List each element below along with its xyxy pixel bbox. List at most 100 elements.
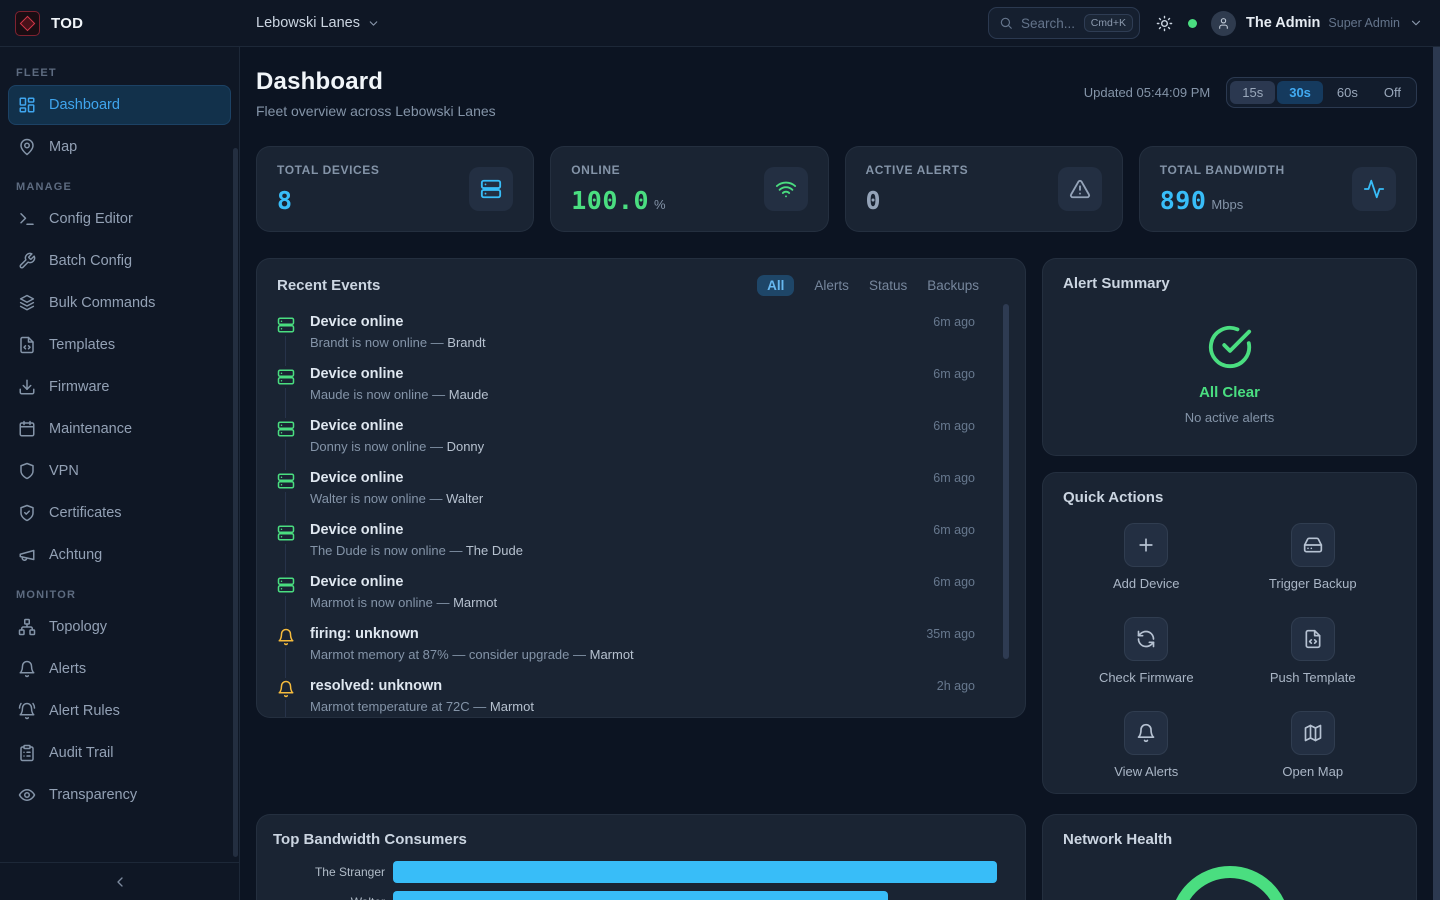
event-time: 6m ago <box>933 419 975 433</box>
bell-icon <box>1136 723 1156 743</box>
event-type-icon-wrap <box>277 470 295 492</box>
events-tab-alerts[interactable]: Alerts <box>814 275 849 296</box>
avatar[interactable] <box>1211 11 1236 36</box>
event-top: Device online6m ago <box>310 574 1005 590</box>
search-icon <box>999 16 1013 30</box>
sidebar-item-alert-rules[interactable]: Alert Rules <box>8 691 231 731</box>
sidebar-item-maintenance[interactable]: Maintenance <box>8 409 231 449</box>
action-push-template-button[interactable] <box>1291 617 1335 661</box>
event-device: Maude <box>449 387 489 402</box>
sidebar-collapse-button[interactable] <box>0 862 239 900</box>
search-input[interactable]: Search... Cmd+K <box>988 7 1140 39</box>
events-tab-status[interactable]: Status <box>869 275 907 296</box>
interval-off-button[interactable]: Off <box>1372 81 1413 104</box>
action-check-firmware[interactable]: Check Firmware <box>1063 617 1230 685</box>
action-open-map-button[interactable] <box>1291 711 1335 755</box>
action-check-firmware-button[interactable] <box>1124 617 1168 661</box>
event-title: resolved: unknown <box>310 678 442 694</box>
wifi-icon <box>775 178 797 200</box>
stat-cards-row: TOTAL DEVICES8ONLINE100.0%ACTIVE ALERTS0… <box>256 146 1417 232</box>
window-scrollbar[interactable] <box>1433 47 1440 900</box>
sidebar-item-achtung[interactable]: Achtung <box>8 535 231 575</box>
sidebar-item-dashboard[interactable]: Dashboard <box>8 85 231 125</box>
event-time: 6m ago <box>933 367 975 381</box>
action-add-device-button[interactable] <box>1124 523 1168 567</box>
sidebar: FLEETDashboardMapMANAGEConfig EditorBatc… <box>0 47 240 900</box>
stat-label: TOTAL DEVICES <box>277 163 379 177</box>
interval-15s-button[interactable]: 15s <box>1230 81 1275 104</box>
bell-ring-icon <box>18 702 36 720</box>
bell-icon <box>18 660 36 678</box>
network-health-title: Network Health <box>1063 831 1396 848</box>
theme-toggle-sun-icon[interactable] <box>1156 15 1173 32</box>
action-add-device[interactable]: Add Device <box>1063 523 1230 591</box>
sidebar-item-alerts[interactable]: Alerts <box>8 649 231 689</box>
bell-icon <box>277 628 295 646</box>
sidebar-item-label: Firmware <box>49 379 109 395</box>
event-time: 2h ago <box>937 679 975 693</box>
event-title: Device online <box>310 418 403 434</box>
action-trigger-backup[interactable]: Trigger Backup <box>1230 523 1397 591</box>
event-title: firing: unknown <box>310 626 419 642</box>
sidebar-item-map[interactable]: Map <box>8 127 231 167</box>
clipboard-icon <box>18 744 36 762</box>
event-body: Device online6m agoWalter is now online … <box>310 470 1005 506</box>
user-name: The Admin <box>1246 15 1320 31</box>
sidebar-item-audit-trail[interactable]: Audit Trail <box>8 733 231 773</box>
action-push-template[interactable]: Push Template <box>1230 617 1397 685</box>
event-body: Device online6m agoMaude is now online —… <box>310 366 1005 402</box>
org-name: Lebowski Lanes <box>256 15 360 31</box>
event-title: Device online <box>310 522 403 538</box>
event-detail: Donny is now online — Donny <box>310 439 1005 454</box>
sidebar-item-bulk-commands[interactable]: Bulk Commands <box>8 283 231 323</box>
event-type-icon-wrap <box>277 366 295 388</box>
stat-value: 8 <box>277 186 293 215</box>
sidebar-item-label: Dashboard <box>49 97 120 113</box>
events-scrollbar[interactable] <box>1003 304 1009 659</box>
sidebar-item-label: Templates <box>49 337 115 353</box>
event-top: firing: unknown 35m ago <box>310 626 1005 642</box>
sidebar-item-topology[interactable]: Topology <box>8 607 231 647</box>
sidebar-item-templates[interactable]: Templates <box>8 325 231 365</box>
plus-icon <box>1136 535 1156 555</box>
event-filter-tabs: All Alerts Status Backups <box>757 275 979 296</box>
event-device: The Dude <box>466 543 523 558</box>
brand: TOD <box>0 11 240 36</box>
event-body: firing: unknown35m agoMarmot memory at 8… <box>310 626 1005 662</box>
action-trigger-backup-button[interactable] <box>1291 523 1335 567</box>
sidebar-item-vpn[interactable]: VPN <box>8 451 231 491</box>
event-time: 35m ago <box>926 627 975 641</box>
event-device: Marmot <box>490 699 534 714</box>
event-device: Marmot <box>453 595 497 610</box>
app-logo-icon <box>15 11 40 36</box>
action-open-map[interactable]: Open Map <box>1230 711 1397 779</box>
stat-value: 890 <box>1160 186 1207 215</box>
sidebar-item-batch-config[interactable]: Batch Config <box>8 241 231 281</box>
sidebar-item-config-editor[interactable]: Config Editor <box>8 199 231 239</box>
stat-text: ONLINE100.0% <box>571 163 665 215</box>
layers-icon <box>18 294 36 312</box>
events-tab-backups[interactable]: Backups <box>927 275 979 296</box>
events-tab-all[interactable]: All <box>757 275 794 296</box>
shield-icon <box>18 462 36 480</box>
eye-icon <box>18 786 36 804</box>
event-body: Device online6m agoThe Dude is now onlin… <box>310 522 1005 558</box>
refresh-interval-control: 15s30s60sOff <box>1226 77 1417 108</box>
action-view-alerts[interactable]: View Alerts <box>1063 711 1230 779</box>
interval-60s-button[interactable]: 60s <box>1325 81 1370 104</box>
map-icon <box>1303 723 1323 743</box>
sidebar-item-certificates[interactable]: Certificates <box>8 493 231 533</box>
sidebar-item-transparency[interactable]: Transparency <box>8 775 231 815</box>
event-title: Device online <box>310 366 403 382</box>
sidebar-scrollbar[interactable] <box>233 148 238 857</box>
org-selector[interactable]: Lebowski Lanes <box>256 15 380 31</box>
interval-30s-button[interactable]: 30s <box>1277 81 1323 104</box>
topbar: TOD Lebowski Lanes Search... Cmd+K The A… <box>0 0 1440 47</box>
stat-card-total-devices: TOTAL DEVICES 8 <box>256 146 534 232</box>
sidebar-item-label: Topology <box>49 619 107 635</box>
event-device: Walter <box>446 491 483 506</box>
user-menu-chevron-icon[interactable] <box>1409 16 1423 30</box>
action-view-alerts-button[interactable] <box>1124 711 1168 755</box>
event-device: Donny <box>447 439 485 454</box>
sidebar-item-firmware[interactable]: Firmware <box>8 367 231 407</box>
